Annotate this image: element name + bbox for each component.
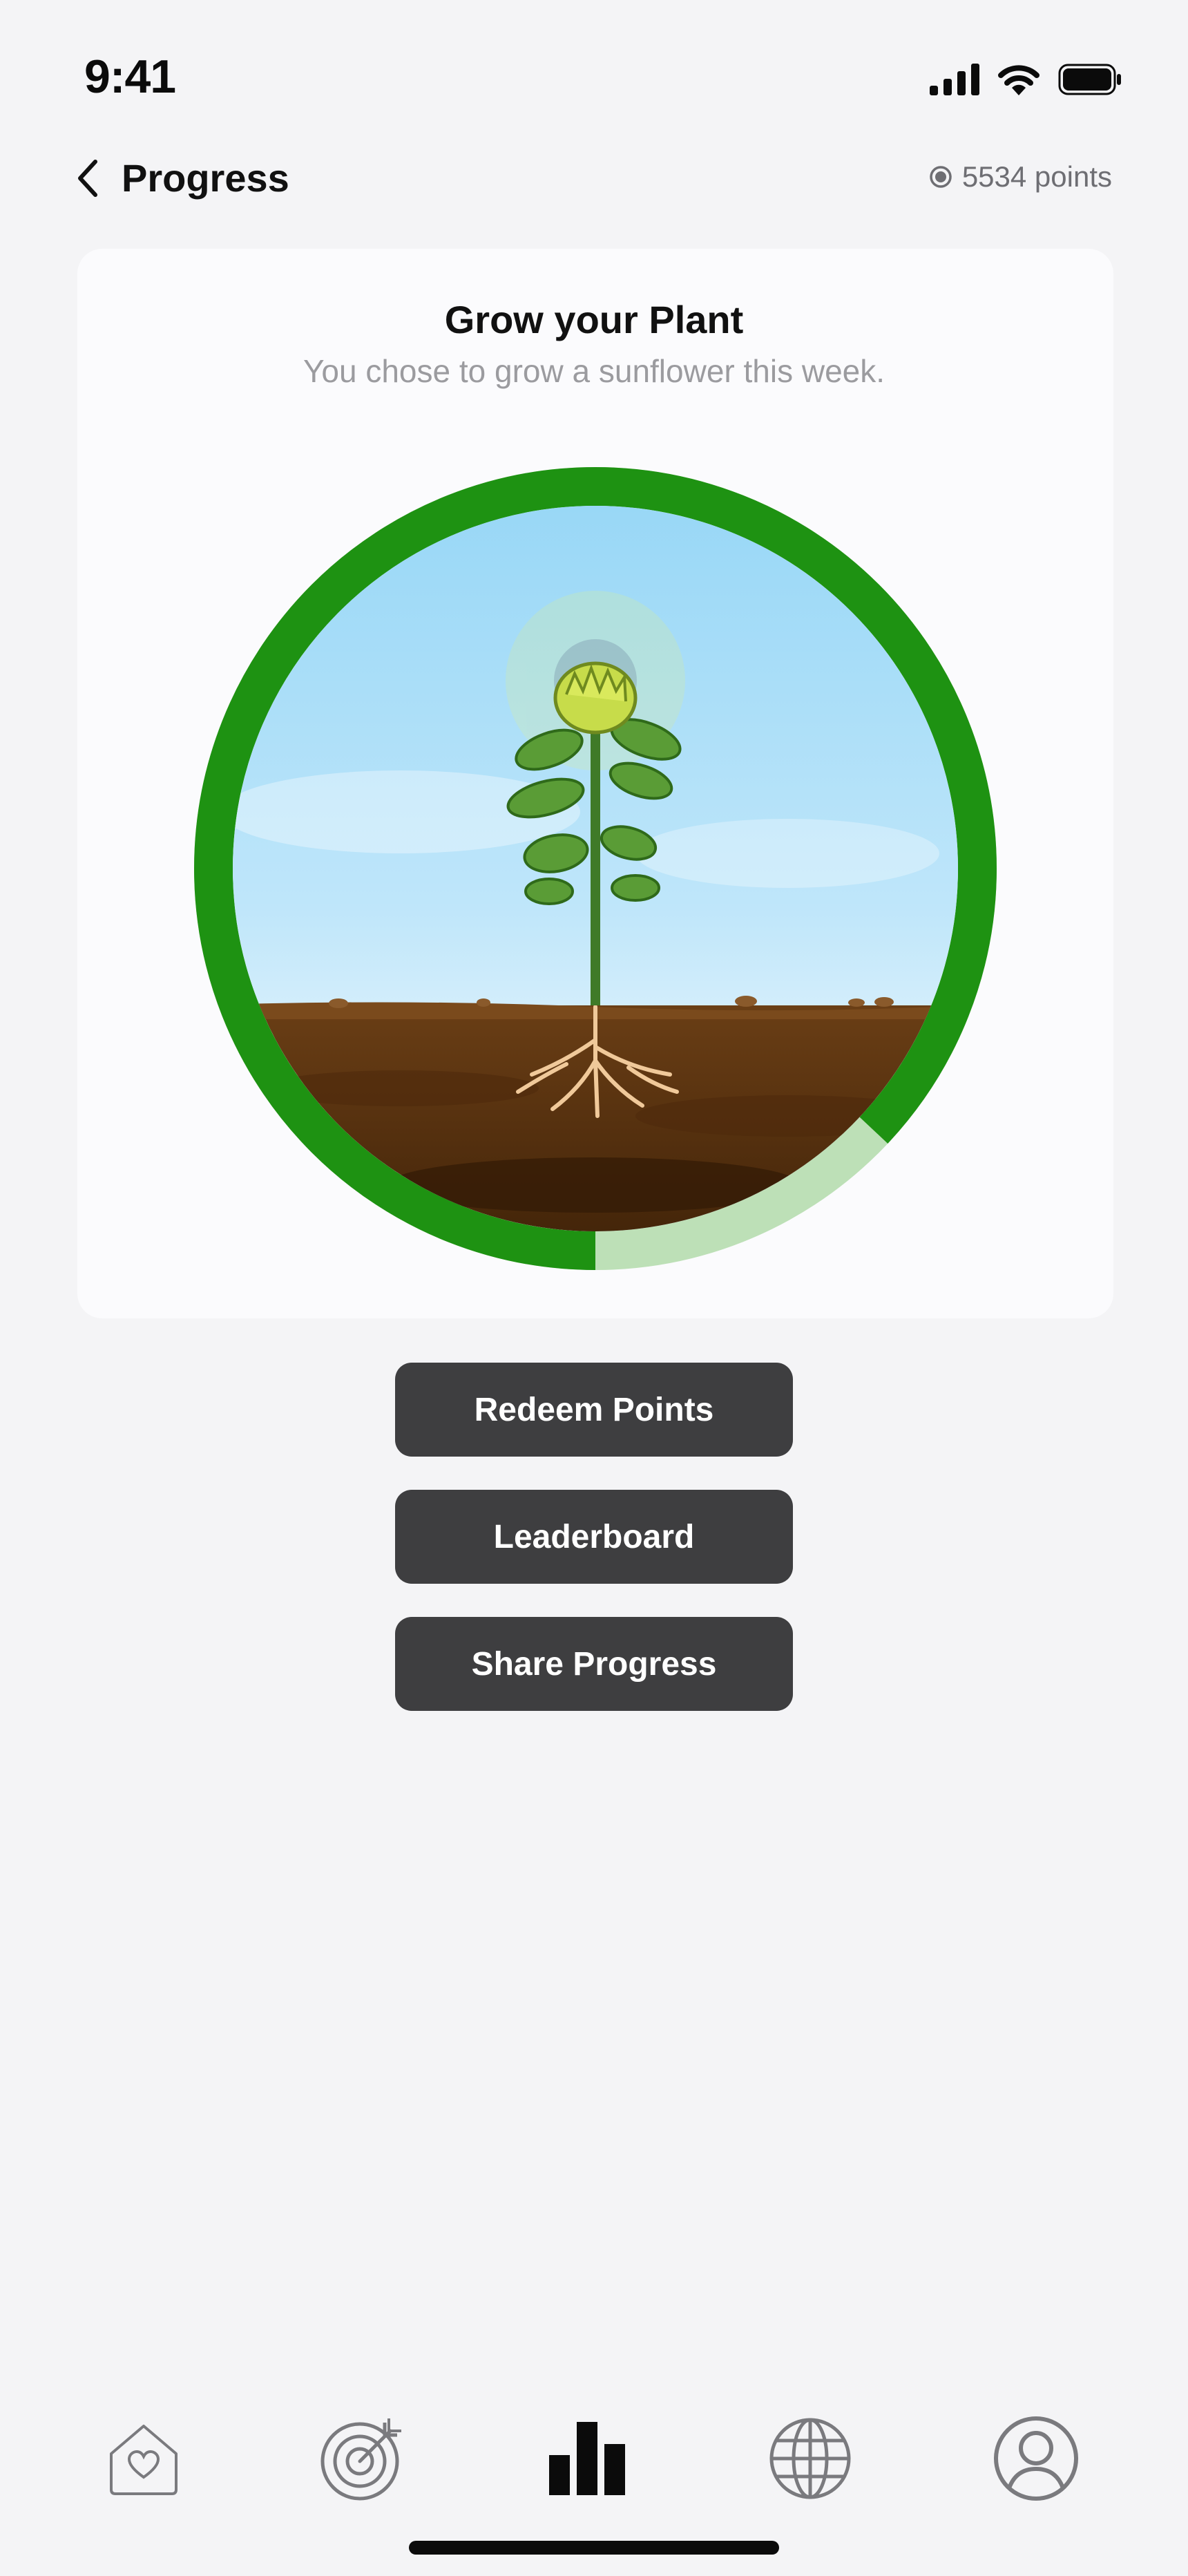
leaderboard-button[interactable]: Leaderboard [395, 1490, 793, 1584]
points-balance: 5534 points [929, 160, 1112, 193]
plant-card-title: Grow your Plant [444, 298, 744, 341]
points-dot-icon [930, 166, 952, 188]
home-heart-icon [110, 2425, 178, 2495]
profile-icon [994, 2416, 1078, 2501]
chevron-left-icon[interactable] [72, 158, 105, 199]
sunflower-bud [553, 661, 638, 735]
page-title: Progress [122, 156, 289, 200]
wifi-icon [998, 65, 1040, 95]
points-label: 5534 points [961, 160, 1112, 193]
cellular-signal-icon [930, 64, 979, 95]
tab-profile[interactable] [988, 2410, 1084, 2507]
status-icons [930, 64, 1122, 95]
globe-icon [769, 2418, 851, 2499]
home-indicator [409, 2541, 779, 2555]
plant-card-subtitle: You chose to grow a sunflower this week. [303, 353, 885, 389]
battery-icon [1058, 64, 1121, 95]
tab-progress[interactable] [539, 2410, 635, 2507]
bar-chart-icon [549, 2422, 625, 2495]
plant-progress-ring [194, 467, 997, 1270]
target-icon [320, 2418, 401, 2501]
redeem-points-button[interactable]: Redeem Points [395, 1363, 793, 1457]
share-progress-button[interactable]: Share Progress [395, 1617, 793, 1711]
tab-community[interactable] [762, 2410, 859, 2507]
tab-goals[interactable] [314, 2410, 411, 2507]
status-time: 9:41 [84, 50, 176, 103]
tab-home[interactable] [95, 2410, 192, 2507]
